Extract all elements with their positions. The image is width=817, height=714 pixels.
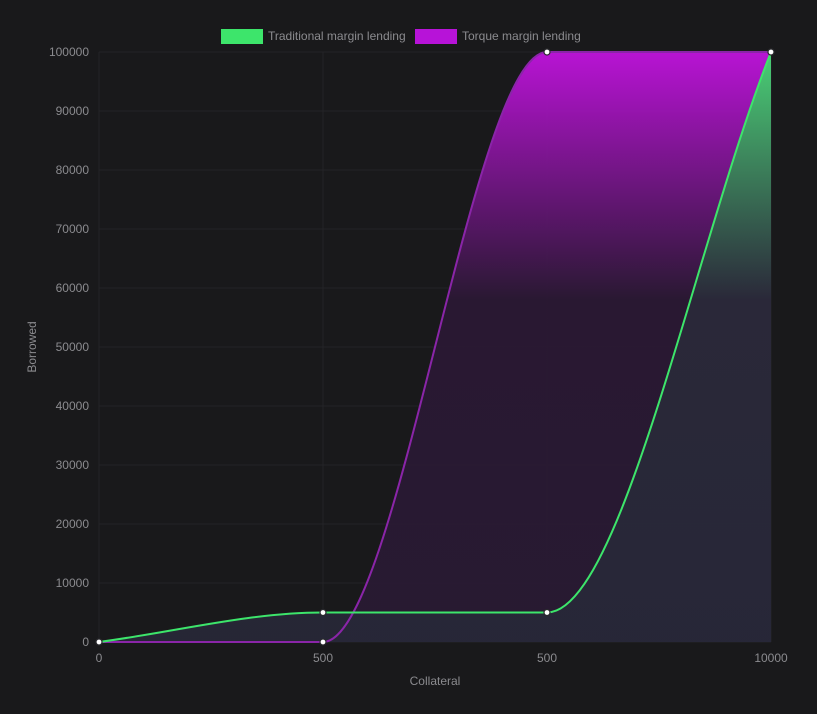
data-point <box>95 638 103 646</box>
y-tick-label: 0 <box>82 635 89 649</box>
x-tick-label: 500 <box>537 651 557 665</box>
y-tick-label: 20000 <box>56 517 90 531</box>
y-tick-label: 50000 <box>56 340 90 354</box>
legend: Traditional margin lending Torque margin … <box>221 29 581 44</box>
y-axis-title: Borrowed <box>25 321 39 372</box>
legend-label: Torque margin lending <box>462 29 581 43</box>
chart-container: 0 10000 20000 30000 40000 50000 60000 70000 8000… <box>0 0 817 709</box>
area-chart: 0 10000 20000 30000 40000 50000 60000 70000 8000… <box>25 29 788 688</box>
x-axis-title: Collateral <box>410 674 461 688</box>
x-tick-label: 10000 <box>754 651 788 665</box>
y-tick-label: 80000 <box>56 163 90 177</box>
data-point <box>319 638 327 646</box>
y-tick-label: 70000 <box>56 222 90 236</box>
y-tick-label: 10000 <box>56 576 90 590</box>
legend-swatch <box>415 29 457 44</box>
y-tick-label: 30000 <box>56 458 90 472</box>
y-tick-label: 90000 <box>56 104 90 118</box>
data-point <box>767 48 775 56</box>
x-axis: 0 500 500 10000 <box>96 651 788 665</box>
legend-label: Traditional margin lending <box>268 29 406 43</box>
legend-swatch <box>221 29 263 44</box>
data-point <box>319 608 327 617</box>
y-tick-label: 60000 <box>56 281 90 295</box>
data-point <box>543 48 551 56</box>
x-tick-label: 500 <box>313 651 333 665</box>
data-point <box>543 608 551 617</box>
y-tick-label: 100000 <box>49 45 89 59</box>
x-tick-label: 0 <box>96 651 103 665</box>
y-axis: 0 10000 20000 30000 40000 50000 60000 70000 8000… <box>49 45 89 649</box>
y-tick-label: 40000 <box>56 399 90 413</box>
